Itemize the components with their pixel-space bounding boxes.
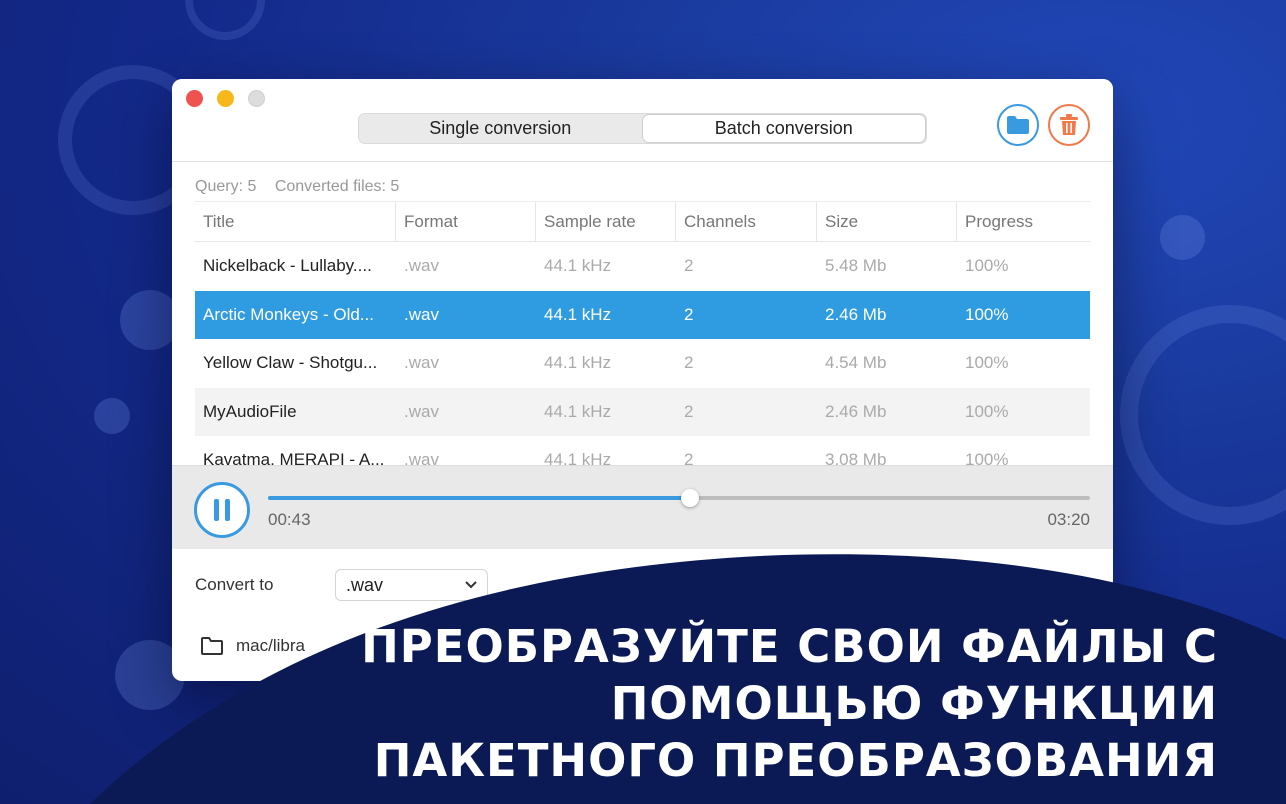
seek-slider-knob[interactable]: [680, 489, 699, 507]
table-row[interactable]: MyAudioFile .wav 44.1 kHz 2 2.46 Mb 100%: [195, 387, 1090, 436]
cell-sample-rate: 44.1 kHz: [544, 304, 612, 324]
column-header-channels[interactable]: Channels: [676, 202, 817, 241]
bg-ring: [185, 0, 265, 40]
format-select-value: .wav: [346, 574, 384, 595]
files-table: Title Format Sample rate Channels Size P…: [195, 201, 1090, 485]
query-count: Query: 5: [195, 178, 257, 195]
cell-channels: 2: [684, 304, 694, 324]
open-folder-button[interactable]: [997, 104, 1039, 146]
cell-format: .wav: [404, 256, 439, 276]
cell-size: 5.48 Mb: [825, 256, 887, 276]
tab-batch-conversion[interactable]: Batch conversion: [642, 115, 925, 142]
current-time: 00:43: [268, 510, 311, 529]
column-header-progress[interactable]: Progress: [957, 202, 1090, 241]
pause-icon: [214, 499, 219, 521]
cell-sample-rate: 44.1 kHz: [544, 256, 612, 276]
folder-outline-icon: [201, 637, 223, 655]
column-header-title[interactable]: Title: [195, 202, 396, 241]
zoom-window-button[interactable]: [248, 90, 265, 107]
convert-to-row: Convert to .wav: [195, 569, 488, 601]
app-window: Single conversion Batch conversion Query…: [172, 79, 1113, 681]
pause-button[interactable]: [194, 482, 250, 538]
cell-size: 2.46 Mb: [825, 401, 887, 421]
cell-sample-rate: 44.1 kHz: [544, 401, 612, 421]
cell-title: MyAudioFile: [203, 401, 297, 421]
table-row-selected[interactable]: Arctic Monkeys - Old... .wav 44.1 kHz 2 …: [195, 290, 1090, 339]
cell-title: Nickelback - Lullaby....: [203, 256, 372, 276]
pause-icon: [225, 499, 230, 521]
conversion-stats: Query: 5 Converted files: 5: [195, 178, 413, 196]
tab-single-conversion[interactable]: Single conversion: [359, 114, 642, 143]
promo-headline: ПРЕОБРАЗУЙТЕ СВОИ ФАЙЛЫ С ПОМОЩЬЮ ФУНКЦИ…: [361, 620, 1218, 787]
converted-count: Converted files: 5: [274, 178, 400, 195]
cell-progress: 100%: [965, 353, 1009, 373]
cell-channels: 2: [684, 401, 694, 421]
cell-sample-rate: 44.1 kHz: [544, 353, 612, 373]
trash-icon: [1060, 114, 1078, 135]
cell-progress: 100%: [965, 401, 1009, 421]
cell-channels: 2: [684, 256, 694, 276]
cell-title: Yellow Claw - Shotgu...: [203, 353, 378, 373]
bg-dot: [94, 398, 130, 434]
column-header-sample-rate[interactable]: Sample rate: [536, 202, 676, 241]
minimize-window-button[interactable]: [217, 90, 234, 107]
bg-ring: [1120, 305, 1286, 525]
close-window-button[interactable]: [186, 90, 203, 107]
folder-icon: [1007, 116, 1029, 134]
cell-size: 2.46 Mb: [825, 304, 887, 324]
seek-slider[interactable]: [268, 489, 1090, 507]
table-row[interactable]: Nickelback - Lullaby.... .wav 44.1 kHz 2…: [195, 242, 1090, 291]
column-header-format[interactable]: Format: [396, 202, 536, 241]
output-path: mac/libra: [236, 636, 305, 655]
cell-title: Arctic Monkeys - Old...: [203, 304, 374, 324]
cell-size: 4.54 Mb: [825, 353, 887, 373]
cell-format: .wav: [404, 353, 439, 373]
audio-player: 00:43 03:20: [172, 465, 1113, 549]
total-time: 03:20: [1047, 510, 1090, 529]
delete-button[interactable]: [1048, 104, 1090, 146]
convert-to-label: Convert to: [195, 575, 274, 594]
mode-segmented-control: Single conversion Batch conversion: [358, 113, 927, 144]
cell-format: .wav: [404, 304, 439, 324]
bg-dot: [1160, 215, 1205, 260]
cell-progress: 100%: [965, 304, 1009, 324]
cell-format: .wav: [404, 401, 439, 421]
format-select[interactable]: .wav: [335, 569, 488, 601]
column-header-size[interactable]: Size: [817, 202, 957, 241]
titlebar: Single conversion Batch conversion: [172, 79, 1113, 162]
table-header: Title Format Sample rate Channels Size P…: [195, 201, 1090, 242]
seek-slider-fill: [268, 496, 690, 500]
cell-channels: 2: [684, 353, 694, 373]
table-row[interactable]: Yellow Claw - Shotgu... .wav 44.1 kHz 2 …: [195, 339, 1090, 388]
cell-progress: 100%: [965, 256, 1009, 276]
bg-dot: [120, 290, 180, 350]
output-path-row[interactable]: mac/libra: [200, 636, 305, 656]
chevron-down-icon: [465, 581, 477, 589]
